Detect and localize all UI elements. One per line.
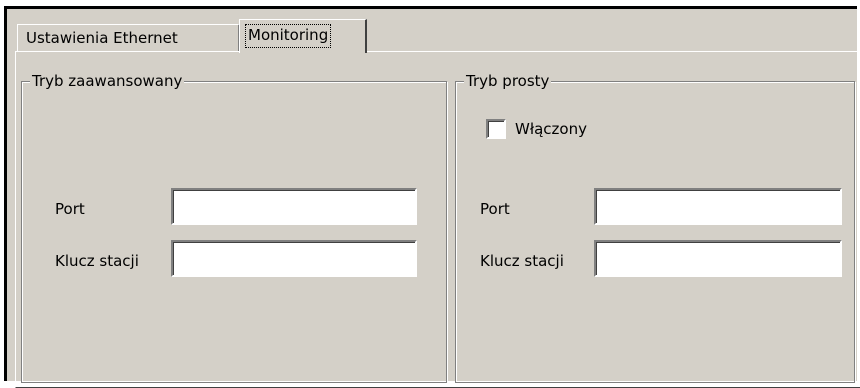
tab-monitoring[interactable]: Monitoring	[239, 19, 367, 53]
enabled-label[interactable]: Włączony	[515, 119, 587, 139]
simple-port-input[interactable]	[594, 188, 842, 225]
advanced-station-key-input[interactable]	[171, 240, 417, 277]
simple-port-label: Port	[480, 200, 510, 218]
settings-window: Ustawienia Ethernet Monitoring Tryb zaaw…	[4, 6, 860, 388]
simple-station-key-input[interactable]	[594, 240, 842, 277]
advanced-station-key-label: Klucz stacji	[55, 252, 139, 270]
monitoring-tab-page: Tryb zaawansowany Port Klucz stacji Tryb…	[15, 51, 860, 388]
simple-mode-group: Tryb prosty Włączony Port Klucz stacji	[455, 71, 855, 383]
simple-station-key-label: Klucz stacji	[480, 252, 564, 270]
advanced-port-input[interactable]	[171, 188, 417, 225]
advanced-mode-title: Tryb zaawansowany	[30, 71, 185, 91]
tab-ethernet-settings-label: Ustawienia Ethernet	[26, 29, 178, 47]
enabled-checkbox[interactable]	[486, 119, 506, 139]
tab-monitoring-label: Monitoring	[245, 24, 332, 48]
advanced-port-label: Port	[55, 200, 85, 218]
tab-ethernet-settings[interactable]: Ustawienia Ethernet	[17, 24, 240, 51]
advanced-mode-group: Tryb zaawansowany Port Klucz stacji	[21, 71, 447, 383]
simple-mode-title: Tryb prosty	[464, 71, 552, 91]
